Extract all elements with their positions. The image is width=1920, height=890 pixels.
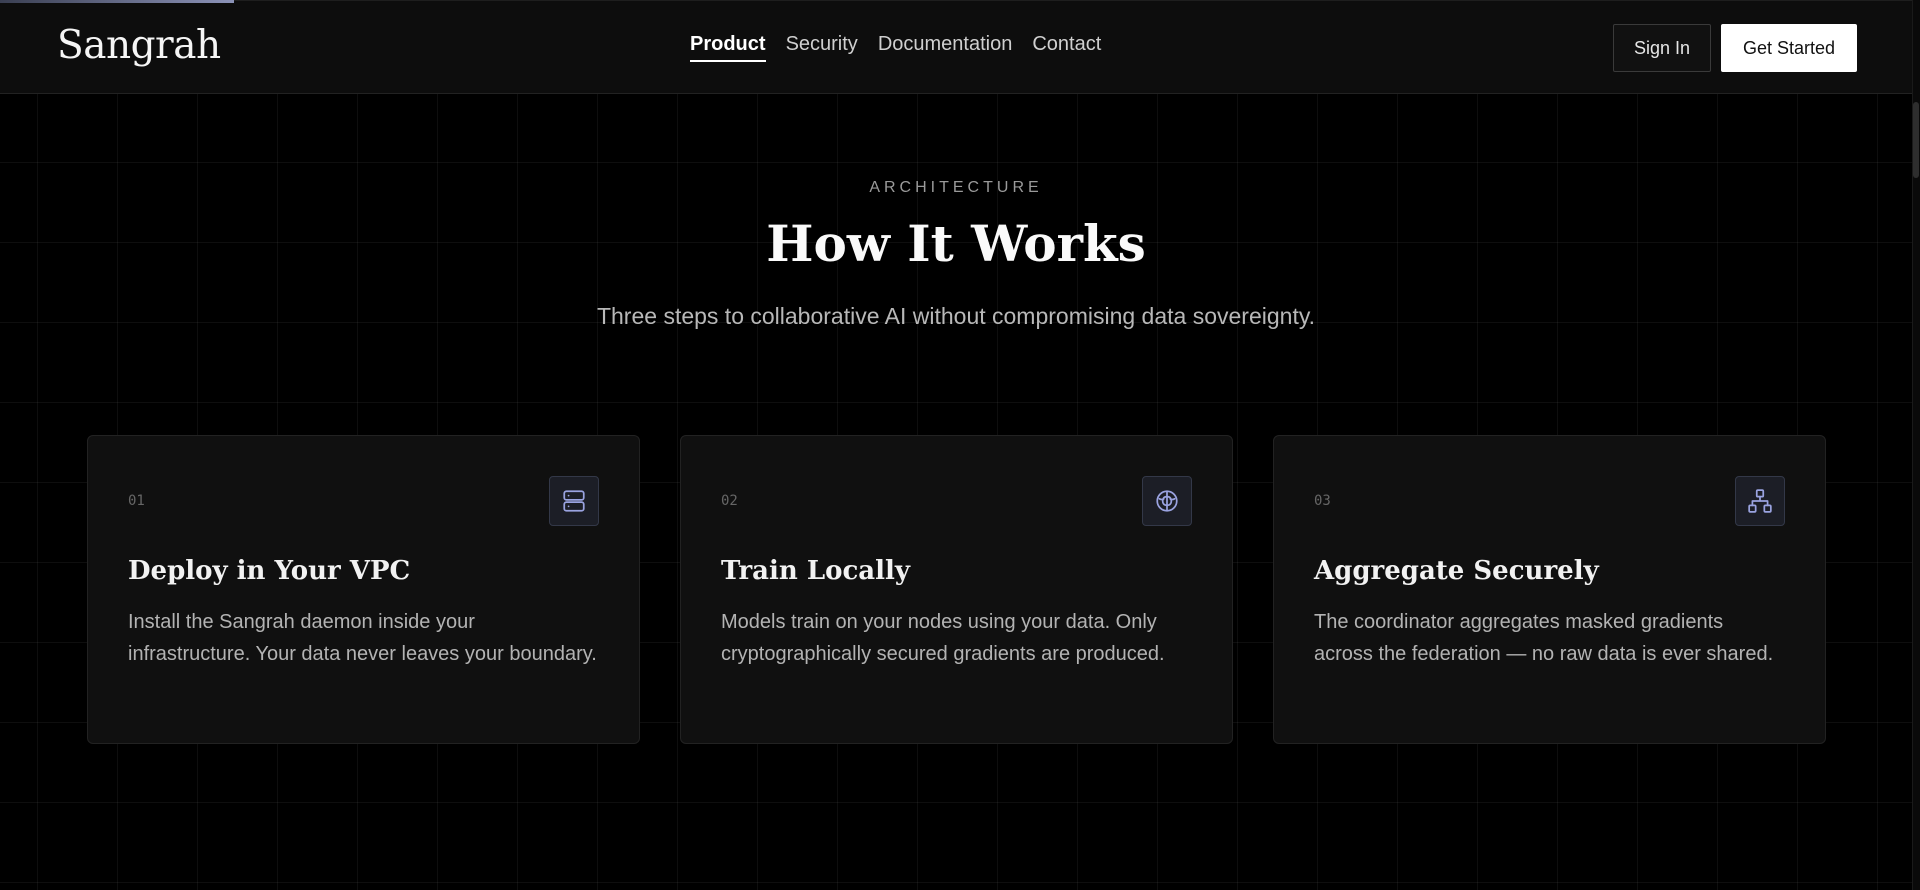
nav-link-product[interactable]: Product — [690, 33, 766, 62]
page: Sangrah Product Security Documentation C… — [0, 0, 1920, 890]
page-load-progress — [0, 0, 234, 3]
logo[interactable]: Sangrah — [57, 23, 221, 68]
step-number: 02 — [721, 493, 738, 509]
step-title: Deploy in Your VPC — [128, 556, 411, 586]
step-card-aggregate: 03 Aggregate Securely The coordinator ag… — [1273, 435, 1826, 744]
site-header: Sangrah Product Security Documentation C… — [0, 0, 1912, 94]
section-subtitle: Three steps to collaborative AI without … — [596, 303, 1316, 329]
server-icon — [549, 476, 599, 526]
get-started-button[interactable]: Get Started — [1721, 24, 1857, 72]
main-nav: Product Security Documentation Contact — [690, 33, 1101, 62]
step-description: The coordinator aggregates masked gradie… — [1314, 611, 1774, 665]
step-title: Train Locally — [721, 556, 910, 586]
step-number: 01 — [128, 493, 145, 509]
network-icon — [1735, 476, 1785, 526]
nav-link-documentation[interactable]: Documentation — [878, 33, 1013, 62]
step-number: 03 — [1314, 493, 1331, 509]
step-card-train: 02 Train Locally Models train on your no… — [680, 435, 1233, 744]
nav-link-security[interactable]: Security — [786, 33, 858, 62]
step-title: Aggregate Securely — [1314, 556, 1599, 586]
section-title: How It Works — [766, 214, 1146, 273]
brain-icon — [1142, 476, 1192, 526]
sign-in-button[interactable]: Sign In — [1613, 24, 1711, 72]
section-eyebrow: ARCHITECTURE — [869, 179, 1043, 196]
step-description: Models train on your nodes using your da… — [721, 611, 1165, 665]
nav-link-contact[interactable]: Contact — [1032, 33, 1101, 62]
step-description: Install the Sangrah daemon inside your i… — [128, 611, 597, 665]
scrollbar-thumb[interactable] — [1913, 102, 1919, 178]
step-card-deploy: 01 Deploy in Your VPC Install the Sangra… — [87, 435, 640, 744]
